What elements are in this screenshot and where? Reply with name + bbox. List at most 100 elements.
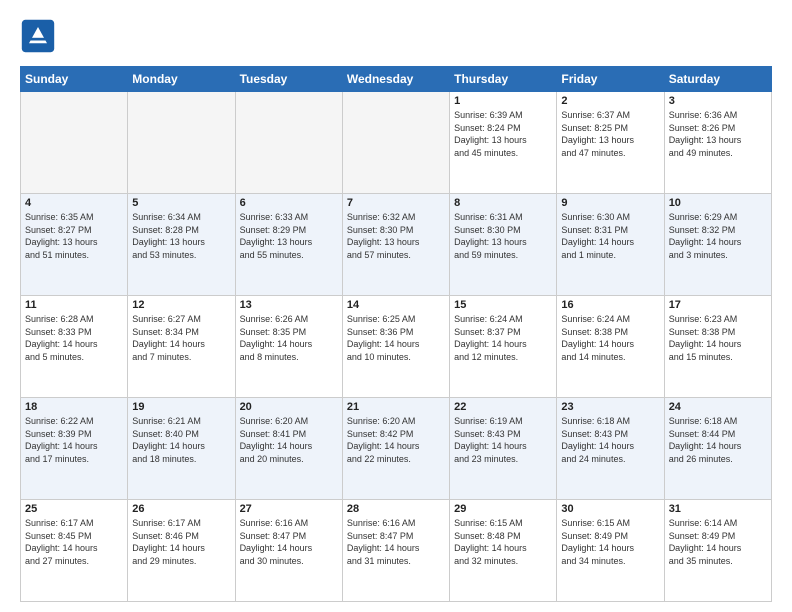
calendar-cell: 4 Sunrise: 6:35 AM Sunset: 8:27 PM Daylig… (21, 194, 128, 296)
weekday-header: Wednesday (342, 67, 449, 92)
day-info: Sunrise: 6:26 AM Sunset: 8:35 PM Dayligh… (240, 313, 338, 363)
calendar-cell: 29 Sunrise: 6:15 AM Sunset: 8:48 PM Dayli… (450, 500, 557, 602)
day-info: Sunrise: 6:17 AM Sunset: 8:45 PM Dayligh… (25, 517, 123, 567)
day-info: Sunrise: 6:16 AM Sunset: 8:47 PM Dayligh… (240, 517, 338, 567)
day-number: 11 (25, 299, 123, 311)
weekday-header: Sunday (21, 67, 128, 92)
day-info: Sunrise: 6:19 AM Sunset: 8:43 PM Dayligh… (454, 415, 552, 465)
day-number: 17 (669, 299, 767, 311)
day-info: Sunrise: 6:14 AM Sunset: 8:49 PM Dayligh… (669, 517, 767, 567)
day-info: Sunrise: 6:35 AM Sunset: 8:27 PM Dayligh… (25, 211, 123, 261)
calendar-cell: 11 Sunrise: 6:28 AM Sunset: 8:33 PM Dayli… (21, 296, 128, 398)
day-info: Sunrise: 6:18 AM Sunset: 8:44 PM Dayligh… (669, 415, 767, 465)
calendar-cell: 17Sunrise: 6:23 AM Sunset: 8:38 PM Dayli… (664, 296, 771, 398)
day-number: 26 (132, 503, 230, 515)
calendar-cell: 8 Sunrise: 6:31 AM Sunset: 8:30 PM Daylig… (450, 194, 557, 296)
day-info: Sunrise: 6:32 AM Sunset: 8:30 PM Dayligh… (347, 211, 445, 261)
calendar-cell: 14Sunrise: 6:25 AM Sunset: 8:36 PM Dayli… (342, 296, 449, 398)
calendar-cell: 12Sunrise: 6:27 AM Sunset: 8:34 PM Dayli… (128, 296, 235, 398)
day-number: 31 (669, 503, 767, 515)
calendar-cell: 7 Sunrise: 6:32 AM Sunset: 8:30 PM Daylig… (342, 194, 449, 296)
day-info: Sunrise: 6:36 AM Sunset: 8:26 PM Dayligh… (669, 109, 767, 159)
calendar-cell: 21 Sunrise: 6:20 AM Sunset: 8:42 PM Dayli… (342, 398, 449, 500)
calendar-cell: 26 Sunrise: 6:17 AM Sunset: 8:46 PM Dayli… (128, 500, 235, 602)
calendar-cell: 2 Sunrise: 6:37 AM Sunset: 8:25 PM Daylig… (557, 92, 664, 194)
day-number: 6 (240, 197, 338, 209)
logo (20, 18, 62, 54)
header (20, 18, 772, 54)
day-info: Sunrise: 6:22 AM Sunset: 8:39 PM Dayligh… (25, 415, 123, 465)
weekday-header: Friday (557, 67, 664, 92)
day-info: Sunrise: 6:20 AM Sunset: 8:42 PM Dayligh… (347, 415, 445, 465)
day-number: 18 (25, 401, 123, 413)
calendar-cell: 10Sunrise: 6:29 AM Sunset: 8:32 PM Dayli… (664, 194, 771, 296)
calendar-cell (128, 92, 235, 194)
day-number: 21 (347, 401, 445, 413)
calendar-cell: 23 Sunrise: 6:18 AM Sunset: 8:43 PM Dayli… (557, 398, 664, 500)
day-info: Sunrise: 6:16 AM Sunset: 8:47 PM Dayligh… (347, 517, 445, 567)
calendar-cell: 1Sunrise: 6:39 AM Sunset: 8:24 PM Daylig… (450, 92, 557, 194)
calendar-cell: 15Sunrise: 6:24 AM Sunset: 8:37 PM Dayli… (450, 296, 557, 398)
day-info: Sunrise: 6:18 AM Sunset: 8:43 PM Dayligh… (561, 415, 659, 465)
day-number: 27 (240, 503, 338, 515)
day-info: Sunrise: 6:20 AM Sunset: 8:41 PM Dayligh… (240, 415, 338, 465)
weekday-header: Thursday (450, 67, 557, 92)
day-number: 4 (25, 197, 123, 209)
day-info: Sunrise: 6:37 AM Sunset: 8:25 PM Dayligh… (561, 109, 659, 159)
weekday-header: Saturday (664, 67, 771, 92)
day-info: Sunrise: 6:31 AM Sunset: 8:30 PM Dayligh… (454, 211, 552, 261)
week-row: 11 Sunrise: 6:28 AM Sunset: 8:33 PM Dayli… (21, 296, 772, 398)
weekday-header: Tuesday (235, 67, 342, 92)
day-number: 22 (454, 401, 552, 413)
day-info: Sunrise: 6:33 AM Sunset: 8:29 PM Dayligh… (240, 211, 338, 261)
calendar-cell: 24 Sunrise: 6:18 AM Sunset: 8:44 PM Dayli… (664, 398, 771, 500)
calendar-cell: 9 Sunrise: 6:30 AM Sunset: 8:31 PM Daylig… (557, 194, 664, 296)
day-info: Sunrise: 6:17 AM Sunset: 8:46 PM Dayligh… (132, 517, 230, 567)
calendar-cell: 27 Sunrise: 6:16 AM Sunset: 8:47 PM Dayli… (235, 500, 342, 602)
calendar-cell (342, 92, 449, 194)
day-info: Sunrise: 6:30 AM Sunset: 8:31 PM Dayligh… (561, 211, 659, 261)
day-info: Sunrise: 6:39 AM Sunset: 8:24 PM Dayligh… (454, 109, 552, 159)
calendar-cell (235, 92, 342, 194)
calendar-cell: 31 Sunrise: 6:14 AM Sunset: 8:49 PM Dayli… (664, 500, 771, 602)
day-info: Sunrise: 6:15 AM Sunset: 8:49 PM Dayligh… (561, 517, 659, 567)
day-info: Sunrise: 6:24 AM Sunset: 8:38 PM Dayligh… (561, 313, 659, 363)
day-info: Sunrise: 6:34 AM Sunset: 8:28 PM Dayligh… (132, 211, 230, 261)
calendar-cell: 20 Sunrise: 6:20 AM Sunset: 8:41 PM Dayli… (235, 398, 342, 500)
week-row: 4 Sunrise: 6:35 AM Sunset: 8:27 PM Daylig… (21, 194, 772, 296)
day-info: Sunrise: 6:15 AM Sunset: 8:48 PM Dayligh… (454, 517, 552, 567)
day-number: 28 (347, 503, 445, 515)
calendar-cell: 16 Sunrise: 6:24 AM Sunset: 8:38 PM Dayli… (557, 296, 664, 398)
week-row: 18 Sunrise: 6:22 AM Sunset: 8:39 PM Dayli… (21, 398, 772, 500)
day-number: 2 (561, 95, 659, 107)
calendar-cell: 3Sunrise: 6:36 AM Sunset: 8:26 PM Daylig… (664, 92, 771, 194)
day-number: 9 (561, 197, 659, 209)
calendar-cell: 22 Sunrise: 6:19 AM Sunset: 8:43 PM Dayli… (450, 398, 557, 500)
day-info: Sunrise: 6:25 AM Sunset: 8:36 PM Dayligh… (347, 313, 445, 363)
page: SundayMondayTuesdayWednesdayThursdayFrid… (0, 0, 792, 612)
day-number: 12 (132, 299, 230, 311)
day-info: Sunrise: 6:28 AM Sunset: 8:33 PM Dayligh… (25, 313, 123, 363)
day-number: 20 (240, 401, 338, 413)
weekday-header: Monday (128, 67, 235, 92)
day-info: Sunrise: 6:21 AM Sunset: 8:40 PM Dayligh… (132, 415, 230, 465)
calendar-cell: 18 Sunrise: 6:22 AM Sunset: 8:39 PM Dayli… (21, 398, 128, 500)
day-number: 24 (669, 401, 767, 413)
day-number: 7 (347, 197, 445, 209)
calendar-cell: 13Sunrise: 6:26 AM Sunset: 8:35 PM Dayli… (235, 296, 342, 398)
calendar-cell: 25 Sunrise: 6:17 AM Sunset: 8:45 PM Dayli… (21, 500, 128, 602)
calendar-cell (21, 92, 128, 194)
calendar-cell: 19 Sunrise: 6:21 AM Sunset: 8:40 PM Dayli… (128, 398, 235, 500)
weekday-header-row: SundayMondayTuesdayWednesdayThursdayFrid… (21, 67, 772, 92)
day-number: 15 (454, 299, 552, 311)
day-number: 16 (561, 299, 659, 311)
day-number: 30 (561, 503, 659, 515)
day-number: 23 (561, 401, 659, 413)
day-number: 19 (132, 401, 230, 413)
calendar-cell: 5Sunrise: 6:34 AM Sunset: 8:28 PM Daylig… (128, 194, 235, 296)
day-number: 25 (25, 503, 123, 515)
day-number: 29 (454, 503, 552, 515)
day-number: 8 (454, 197, 552, 209)
calendar-cell: 30 Sunrise: 6:15 AM Sunset: 8:49 PM Dayli… (557, 500, 664, 602)
week-row: 25 Sunrise: 6:17 AM Sunset: 8:45 PM Dayli… (21, 500, 772, 602)
